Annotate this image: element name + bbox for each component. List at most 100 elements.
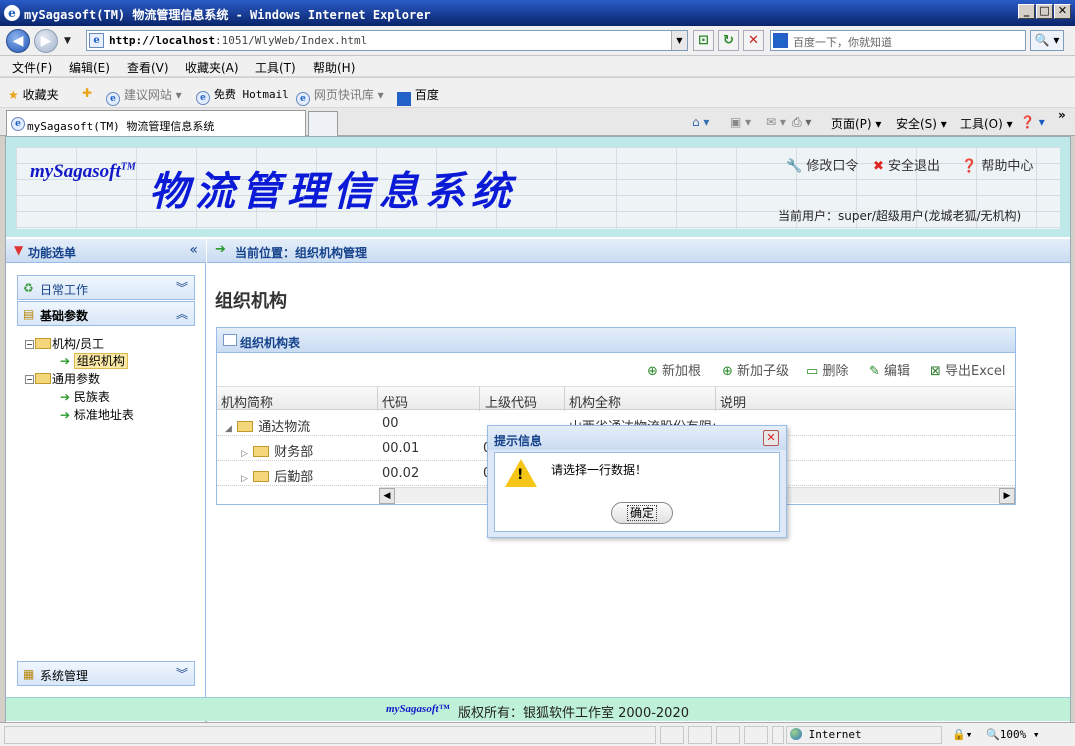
minimize-button[interactable]: _ bbox=[1018, 4, 1035, 19]
dialog-body: ! 请选择一行数据！ 确定 bbox=[494, 452, 780, 532]
tab-current[interactable]: e mySagasoft(TM) 物流管理信息系统 bbox=[6, 110, 306, 136]
tree-node-address[interactable]: ➔ 标准地址表 bbox=[60, 406, 134, 423]
compat-view-icon[interactable]: ⊡ bbox=[693, 30, 714, 51]
excel-icon: ⊠ bbox=[930, 364, 941, 379]
collapse-icon[interactable]: − bbox=[25, 340, 34, 349]
maximize-button[interactable]: □ bbox=[1036, 4, 1053, 19]
plus-circle-icon: ⊕ bbox=[647, 364, 658, 379]
new-tab-button[interactable] bbox=[308, 111, 338, 136]
add-favorite-icon[interactable]: ✚ bbox=[82, 86, 92, 100]
menu-edit[interactable]: 编辑(E) bbox=[69, 59, 110, 76]
tab-title: mySagasoft(TM) 物流管理信息系统 bbox=[27, 120, 215, 133]
menu-view[interactable]: 查看(V) bbox=[127, 59, 169, 76]
menu-tools[interactable]: 工具(T) bbox=[255, 59, 296, 76]
search-input[interactable]: 🐾 百度一下，你就知道 bbox=[770, 30, 1026, 51]
help-center-link[interactable]: ❓ 帮助中心 bbox=[961, 155, 1033, 174]
collapse-sidebar-icon[interactable]: « bbox=[189, 242, 198, 258]
forward-button[interactable]: ▶ bbox=[34, 29, 58, 53]
ie-page-icon: e bbox=[11, 117, 25, 131]
key-icon: 🔧 bbox=[786, 159, 803, 174]
help-icon[interactable]: ❓ ▾ bbox=[1020, 115, 1045, 129]
dialog-close-button[interactable]: ✕ bbox=[763, 430, 779, 446]
col-full-name[interactable]: 机构全称 bbox=[569, 392, 621, 411]
expand-triangle-icon[interactable]: ◢ bbox=[225, 424, 232, 434]
tree-node-common[interactable]: − 通用参数 bbox=[25, 370, 100, 387]
section-basic-params[interactable]: ▤ 基础参数 ︽ bbox=[17, 301, 195, 326]
alert-dialog: 提示信息 ✕ ! 请选择一行数据！ 确定 bbox=[487, 425, 787, 538]
collapsed-triangle-icon[interactable]: ▷ bbox=[241, 474, 248, 484]
page-menu[interactable]: 页面(P) ▾ bbox=[831, 115, 881, 132]
url-dropdown-icon[interactable]: ▼ bbox=[671, 31, 687, 50]
zoom-level[interactable]: 🔍100% ▾ bbox=[986, 728, 1039, 741]
folder-icon bbox=[253, 446, 270, 457]
url-input[interactable]: e http://localhost:1051/WlyWeb/Index.htm… bbox=[86, 30, 688, 51]
tree-node-ethnic[interactable]: ➔ 民族表 bbox=[60, 388, 110, 405]
fav-webslice-gallery[interactable]: e 网页快讯库 ▾ bbox=[296, 86, 384, 106]
scroll-left-icon[interactable]: ◀ bbox=[379, 488, 395, 504]
menu-favorites[interactable]: 收藏夹(A) bbox=[185, 59, 239, 76]
dialog-message: 请选择一行数据！ bbox=[551, 463, 648, 477]
protected-mode-icon[interactable]: 🔒▾ bbox=[952, 728, 972, 741]
sidebar: ▼ 功能选单 « ♻ 日常工作 ︾ ▤ 基础参数 ︽ − 机构/员工 ➔ 组织机构… bbox=[6, 239, 206, 723]
section-label: 基础参数 bbox=[40, 309, 89, 323]
window-title: mySagasoft(TM) 物流管理信息系统 - Windows Intern… bbox=[24, 8, 431, 22]
section-daily-work[interactable]: ♻ 日常工作 ︾ bbox=[17, 275, 195, 300]
tree-node-org-staff[interactable]: − 机构/员工 bbox=[25, 335, 104, 352]
feeds-icon[interactable]: ▣ ▾ bbox=[730, 115, 751, 129]
status-bar: Internet 🔒▾ 🔍100% ▾ bbox=[0, 722, 1075, 746]
fav-suggested-sites[interactable]: e 建议网站 ▾ bbox=[106, 86, 182, 106]
fav-hotmail[interactable]: e 免费 Hotmail bbox=[196, 86, 289, 105]
ie-logo-icon: e bbox=[4, 5, 20, 21]
star-icon: ★ bbox=[8, 88, 19, 102]
change-password-link[interactable]: 🔧 修改口令 bbox=[786, 155, 858, 174]
col-short-name[interactable]: 机构简称 bbox=[221, 392, 273, 411]
close-window-button[interactable]: ✕ bbox=[1054, 4, 1071, 19]
print-icon[interactable]: ⎙ ▾ bbox=[792, 115, 811, 130]
edit-button[interactable]: ✎ 编辑 bbox=[869, 360, 910, 379]
tools-menu[interactable]: 工具(O) ▾ bbox=[960, 115, 1013, 132]
dialog-ok-button[interactable]: 确定 bbox=[611, 502, 673, 524]
arrow-right-icon: ➔ bbox=[60, 408, 71, 422]
add-child-button[interactable]: ⊕ 新加子级 bbox=[722, 360, 789, 379]
sidebar-header: ▼ 功能选单 « bbox=[6, 239, 206, 263]
col-code[interactable]: 代码 bbox=[382, 392, 408, 411]
more-commands-icon[interactable]: » bbox=[1058, 108, 1066, 122]
arrow-right-icon: ➔ bbox=[60, 354, 71, 368]
col-parent-code[interactable]: 上级代码 bbox=[485, 392, 537, 411]
briefcase-icon: ▤ bbox=[23, 307, 35, 321]
export-excel-button[interactable]: ⊠ 导出Excel bbox=[930, 360, 1005, 379]
history-dropdown-icon[interactable]: ▼ bbox=[64, 36, 71, 46]
logout-link[interactable]: ✖ 安全退出 bbox=[873, 155, 940, 174]
stop-icon[interactable]: ✕ bbox=[743, 30, 764, 51]
status-text-cell bbox=[4, 726, 656, 744]
delete-button[interactable]: ▭ 删除 bbox=[806, 360, 848, 379]
header-banner: mySagasoftTM 物流管理信息系统 🔧 修改口令 ✖ 安全退出 ❓ 帮助… bbox=[6, 137, 1070, 237]
collapse-icon[interactable]: − bbox=[25, 375, 34, 384]
refresh-icon[interactable]: ↻ bbox=[718, 30, 739, 51]
tree-selected-label: 组织机构 bbox=[73, 353, 128, 369]
search-button[interactable]: 🔍 ▾ bbox=[1030, 30, 1064, 51]
tree-node-org[interactable]: ➔ 组织机构 bbox=[60, 352, 128, 369]
scroll-right-icon[interactable]: ▶ bbox=[999, 488, 1015, 504]
table-icon bbox=[223, 334, 237, 346]
back-button[interactable]: ◀ bbox=[6, 29, 30, 53]
menu-help[interactable]: 帮助(H) bbox=[313, 59, 355, 76]
add-root-button[interactable]: ⊕ 新加根 bbox=[647, 360, 701, 379]
safety-menu[interactable]: 安全(S) ▾ bbox=[896, 115, 947, 132]
grid-title: 组织机构表 bbox=[240, 336, 301, 350]
home-icon[interactable]: ⌂ ▾ bbox=[692, 115, 709, 129]
section-system-mgmt[interactable]: ▦ 系统管理 ︾ bbox=[17, 661, 195, 686]
folder-open-icon bbox=[35, 373, 51, 384]
menu-file[interactable]: 文件(F) bbox=[12, 59, 52, 76]
page-footer: mySagasoft™ 版权所有：银狐软件工作室 2000-2020 bbox=[6, 697, 1070, 721]
minus-icon: ▭ bbox=[806, 364, 819, 379]
grid-title-bar: 组织机构表 bbox=[217, 328, 1015, 353]
address-bar: ◀ ▶ ▼ e http://localhost:1051/WlyWeb/Ind… bbox=[0, 26, 1075, 56]
chevron-down-icon: ︾ bbox=[175, 281, 188, 295]
fav-baidu[interactable]: 🐾 百度 bbox=[397, 86, 439, 106]
favorites-button[interactable]: ★ 收藏夹 bbox=[8, 86, 59, 103]
collapsed-triangle-icon[interactable]: ▷ bbox=[241, 449, 248, 459]
copyright: 版权所有：银狐软件工作室 2000-2020 bbox=[458, 706, 689, 721]
mail-icon[interactable]: ✉ ▾ bbox=[766, 115, 786, 129]
col-description[interactable]: 说明 bbox=[720, 392, 746, 411]
